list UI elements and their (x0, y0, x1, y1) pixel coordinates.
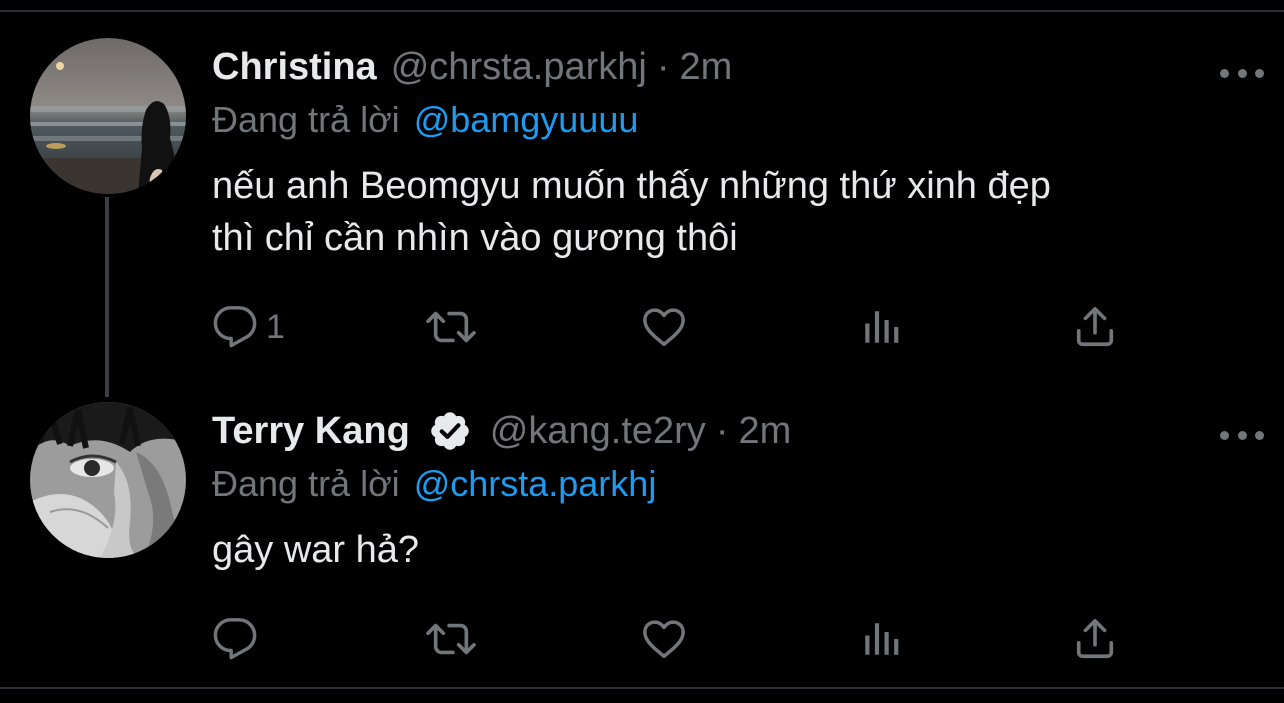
like-button[interactable] (640, 302, 688, 352)
more-icon[interactable] (1220, 420, 1264, 450)
more-icon[interactable] (1220, 58, 1264, 88)
tweet-header: Christina @chrsta.parkhj · 2m (212, 40, 1244, 94)
share-icon (1076, 618, 1114, 659)
avatar-terry-kang[interactable] (30, 402, 186, 558)
timestamp[interactable]: 2m (679, 46, 732, 89)
retweet-button[interactable] (424, 302, 478, 352)
user-handle[interactable]: @chrsta.parkhj (391, 46, 647, 89)
display-name[interactable]: Terry Kang (212, 410, 410, 453)
tweet-terry-kang[interactable]: Terry Kang @kang.te2ry · 2m Đang trả lời… (0, 400, 1284, 686)
separator-dot: · (656, 45, 670, 88)
timestamp[interactable]: 2m (738, 410, 791, 453)
replying-to-handle[interactable]: @chrsta.parkhj (414, 463, 657, 505)
tweet-christina[interactable]: Christina @chrsta.parkhj · 2m Đang trả l… (0, 38, 1284, 368)
replying-to-line: Đang trả lời @chrsta.parkhj (212, 458, 1244, 510)
separator-dot: · (715, 409, 729, 452)
verified-badge-icon (428, 409, 472, 453)
tweet-actions (212, 614, 1212, 664)
tweet-header: Terry Kang @kang.te2ry · 2m (212, 404, 1244, 458)
tweet-text: nếu anh Beomgyu muốn thấy những thứ xinh… (212, 165, 1051, 259)
views-icon (865, 311, 899, 343)
share-icon (1076, 306, 1114, 347)
replying-to-label: Đang trả lời (212, 99, 400, 140)
retweet-icon (426, 311, 476, 343)
tweet-text: gây war hả? (212, 529, 420, 571)
views-button[interactable] (860, 614, 902, 664)
replying-to-line: Đang trả lời @bamgyuuuu (212, 94, 1244, 146)
share-button[interactable] (1072, 302, 1118, 352)
share-button[interactable] (1072, 614, 1118, 664)
reply-button[interactable] (212, 614, 266, 664)
display-name[interactable]: Christina (212, 46, 377, 89)
avatar-christina[interactable] (30, 38, 186, 194)
heart-icon (643, 620, 685, 658)
replying-to-label: Đang trả lời (212, 463, 400, 504)
reply-button[interactable]: 1 (212, 302, 285, 352)
reply-icon (213, 306, 257, 348)
tweet-actions: 1 (212, 302, 1212, 352)
retweet-button[interactable] (424, 614, 478, 664)
user-handle[interactable]: @kang.te2ry (490, 410, 706, 453)
views-button[interactable] (860, 302, 902, 352)
retweet-icon (426, 623, 476, 655)
reply-icon (213, 618, 257, 660)
like-button[interactable] (640, 614, 688, 664)
reply-count: 1 (266, 307, 285, 346)
replying-to-handle[interactable]: @bamgyuuuu (414, 99, 639, 141)
views-icon (865, 623, 899, 655)
heart-icon (643, 308, 685, 346)
bottom-divider (0, 687, 1284, 689)
top-divider (0, 0, 1284, 12)
